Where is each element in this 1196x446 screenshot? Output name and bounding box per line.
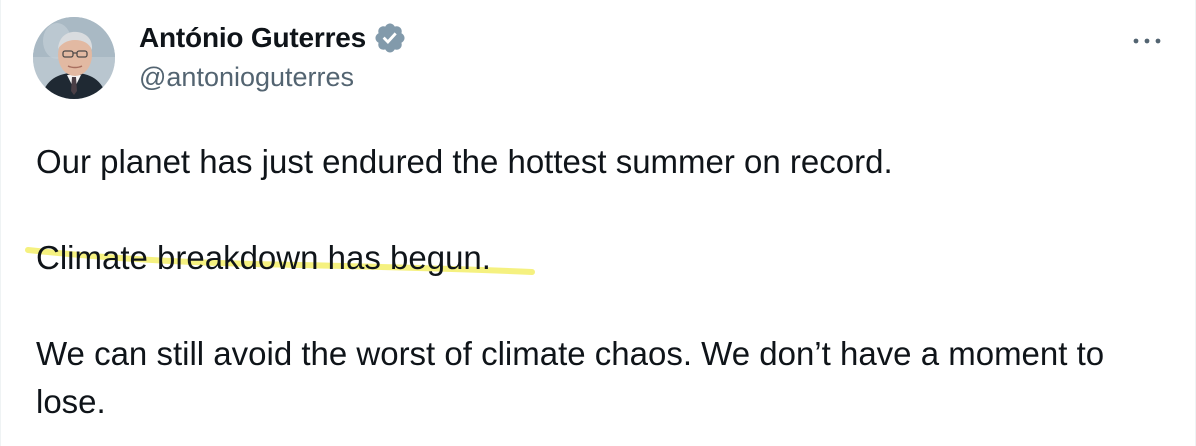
highlighted-phrase: Climate breakdown has begun. [25,234,535,282]
more-options-button[interactable] [1130,24,1164,58]
author-display-name[interactable]: António Guterres [139,22,366,54]
tweet-paragraph-3: We can still avoid the worst of climate … [36,335,1114,420]
card-border-left [0,0,1,446]
avatar[interactable] [33,17,115,99]
tweet-text: Our planet has just endured the hottest … [25,138,1156,426]
highlighted-text: Climate breakdown has begun. [36,239,491,276]
avatar-photo [33,17,115,99]
tweet-paragraph-1: Our planet has just endured the hottest … [36,143,893,180]
verified-badge-shape [375,23,405,53]
author-handle[interactable]: @antonioguterres [139,62,354,93]
tweet-paragraph-2: Climate breakdown has begun. [25,234,1156,282]
tweet-card[interactable]: António Guterres @antonioguterres Our pl… [0,0,1196,446]
author-name-row: António Guterres [139,18,407,58]
more-horizontal-icon [1133,38,1161,44]
verified-badge-icon[interactable] [373,21,407,55]
